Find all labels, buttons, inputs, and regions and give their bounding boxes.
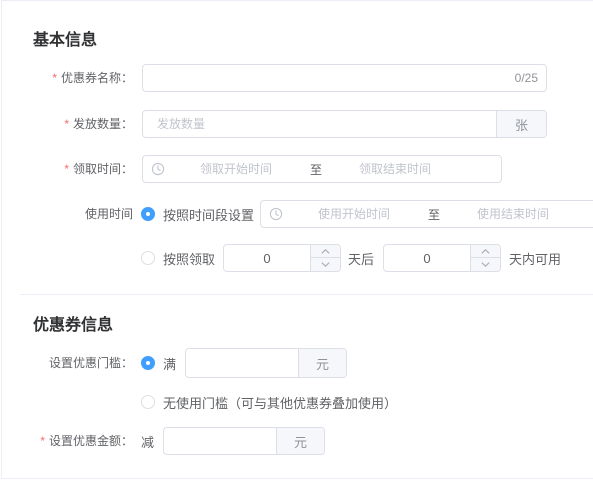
discount-amount-input[interactable] (164, 428, 276, 454)
quantity-field[interactable]: 张 (142, 110, 547, 138)
coupon-form-page: 基本信息 *优惠券名称： 0/25 *发放数量： 张 *领取时间： 至 使用时间… (0, 0, 593, 480)
discount-amount-field[interactable]: 元 (163, 427, 325, 455)
receive-time-label-text: 领取时间： (72, 162, 133, 176)
section-divider (20, 294, 593, 295)
decrease-button[interactable] (471, 258, 500, 271)
required-mark: * (64, 162, 69, 176)
no-threshold-radio[interactable] (141, 395, 155, 409)
discount-unit-append: 元 (276, 428, 324, 454)
use-time-by-period-label[interactable]: 按照时间段设置 (163, 200, 254, 228)
chevron-down-icon (321, 262, 330, 267)
clock-icon (151, 162, 165, 176)
discount-prefix: 减 (141, 434, 155, 450)
use-time-by-period-radio[interactable] (141, 207, 155, 221)
quantity-unit-append: 张 (496, 111, 546, 137)
valid-after-days-stepper[interactable] (223, 244, 341, 272)
chevron-up-icon (321, 248, 330, 254)
section-title-basic-info: 基本信息 (33, 32, 98, 49)
chevron-up-icon (481, 248, 490, 254)
receive-end-time-input[interactable] (330, 156, 460, 182)
increase-button[interactable] (311, 245, 340, 258)
threshold-label: 设置优惠门槛： (48, 356, 133, 370)
quantity-input[interactable] (143, 111, 497, 137)
no-threshold-label[interactable]: 无使用门槛（可与其他优惠券叠加使用） (163, 388, 397, 416)
required-mark: * (52, 71, 57, 85)
range-separator: 至 (427, 207, 440, 222)
increase-button[interactable] (471, 245, 500, 258)
decrease-button[interactable] (311, 258, 340, 271)
discount-amount-label-text: 设置优惠金额： (48, 434, 133, 448)
receive-start-time-input[interactable] (171, 156, 301, 182)
threshold-amount-field[interactable]: 元 (185, 348, 347, 378)
quantity-label: * 发放数量： (0, 110, 133, 138)
discount-amount-label: * 设置优惠金额： (0, 427, 133, 455)
valid-days-input[interactable] (384, 245, 470, 271)
coupon-name-field[interactable]: 0/25 (142, 64, 547, 92)
days-after-suffix: 天后 (348, 251, 375, 267)
coupon-name-char-counter: 0/25 (514, 71, 538, 85)
use-time-label: 使用时间 (84, 207, 133, 221)
use-time-by-receive-radio[interactable] (141, 251, 155, 265)
stepper-controls (310, 245, 340, 271)
receive-time-label: * 领取时间： (0, 155, 133, 183)
required-mark: * (64, 117, 69, 131)
threshold-unit-append: 元 (298, 349, 346, 377)
valid-after-days-input[interactable] (224, 245, 310, 271)
clock-icon (269, 207, 283, 221)
coupon-name-label: * 优惠券名称： (0, 64, 133, 92)
coupon-name-input[interactable] (143, 65, 503, 91)
range-separator: 至 (309, 162, 322, 177)
threshold-full-label[interactable]: 满 (163, 348, 176, 378)
threshold-full-radio[interactable] (141, 356, 155, 370)
threshold-amount-input[interactable] (186, 349, 298, 377)
quantity-label-text: 发放数量： (72, 117, 133, 131)
use-end-time-input[interactable] (448, 201, 578, 227)
required-mark: * (40, 434, 45, 448)
valid-days-suffix: 天内可用 (509, 251, 562, 267)
use-time-range-picker[interactable]: 至 (260, 200, 593, 228)
stepper-controls (470, 245, 500, 271)
chevron-down-icon (481, 262, 490, 267)
coupon-name-label-text: 优惠券名称： (60, 71, 133, 85)
use-time-by-receive-label[interactable]: 按照领取 (163, 244, 215, 272)
valid-days-stepper[interactable] (383, 244, 501, 272)
section-title-coupon-info: 优惠券信息 (33, 317, 114, 334)
receive-time-range-picker[interactable]: 至 (142, 155, 502, 183)
use-start-time-input[interactable] (289, 201, 419, 227)
